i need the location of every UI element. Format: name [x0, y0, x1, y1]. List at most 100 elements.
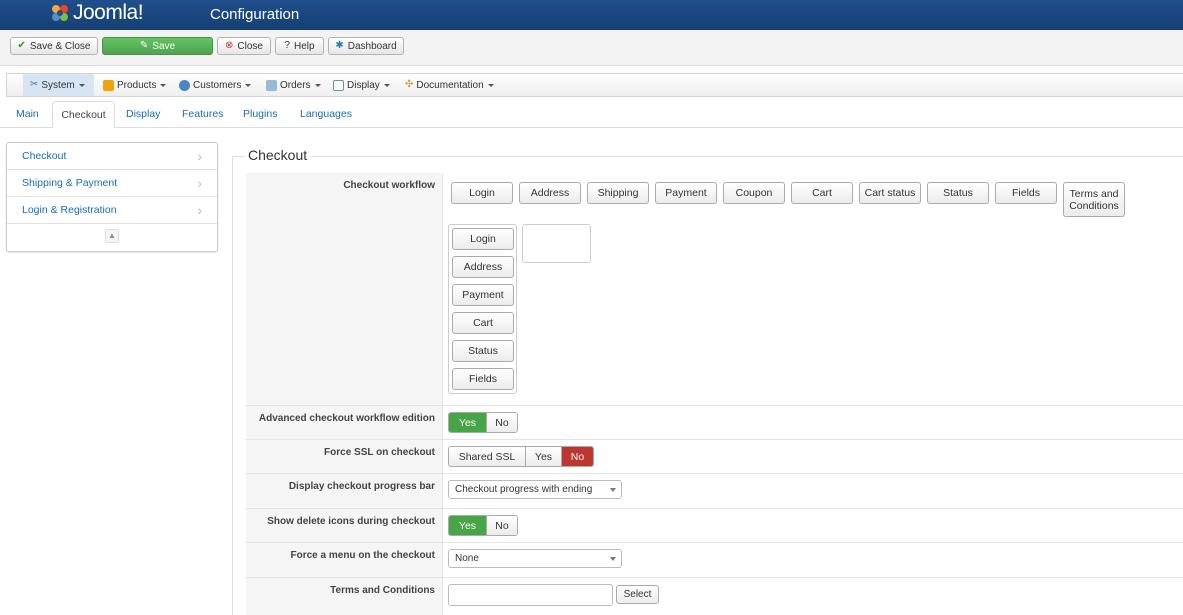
toolbar: ✔ Save & Close ✎ Save ⊗ Close ? Help ✱ D… — [0, 30, 1183, 66]
chevron-down-icon — [383, 83, 390, 87]
customers-icon — [179, 79, 190, 91]
chevron-down-icon — [314, 83, 321, 87]
ssl-no-option[interactable]: No — [561, 447, 593, 466]
advanced-workflow-label: Advanced checkout workflow edition — [258, 413, 435, 424]
step-login[interactable]: Login — [452, 228, 514, 250]
workflow-payment-button[interactable]: Payment — [655, 182, 717, 204]
help-label: Help — [293, 40, 315, 52]
menu-system-label: System — [41, 79, 75, 91]
workflow-coupon-button[interactable]: Coupon — [723, 182, 785, 204]
menu-orders-label: Orders — [280, 79, 311, 91]
workflow-address-button[interactable]: Address — [519, 182, 581, 204]
logo-text: Joomla! — [73, 1, 144, 24]
tab-features[interactable]: Features — [174, 101, 231, 128]
row-divider — [246, 405, 1183, 406]
advanced-yes-option[interactable]: Yes — [449, 413, 486, 432]
help-button[interactable]: ? Help — [275, 37, 324, 55]
chevron-right-icon: › — [197, 148, 202, 164]
display-icon — [333, 79, 344, 91]
close-button[interactable]: ⊗ Close — [217, 37, 271, 55]
menu-system[interactable]: ✂ System — [23, 74, 94, 96]
row-divider — [246, 439, 1183, 440]
wrench-icon: ✂ — [30, 79, 39, 90]
tab-display[interactable]: Display — [118, 101, 168, 128]
sidebar-item-label: Shipping & Payment — [22, 177, 118, 189]
row-divider — [246, 542, 1183, 543]
chevron-down-icon — [160, 83, 167, 87]
force-ssl-label: Force SSL on checkout — [324, 447, 435, 458]
help-icon: ? — [284, 40, 290, 51]
joomla-logo-icon — [52, 5, 68, 21]
orders-icon — [266, 79, 277, 91]
sidebar-item-label: Login & Registration — [22, 204, 117, 216]
dashboard-button[interactable]: ✱ Dashboard — [328, 37, 404, 55]
terms-select-button[interactable]: Select — [616, 585, 659, 604]
check-icon: ✔ — [17, 40, 26, 51]
tab-languages[interactable]: Languages — [292, 101, 360, 128]
menu-display[interactable]: Display — [333, 74, 390, 96]
step-fields[interactable]: Fields — [452, 368, 514, 390]
menu-customers[interactable]: Customers — [179, 74, 252, 96]
fieldset-border-left — [232, 156, 233, 615]
tab-checkout[interactable]: Checkout — [52, 101, 115, 128]
advanced-no-option[interactable]: No — [486, 413, 517, 432]
sidebar-item-checkout[interactable]: Checkout › — [7, 143, 217, 170]
delete-icons-toggle: Yes No — [448, 515, 518, 536]
step-status[interactable]: Status — [452, 340, 514, 362]
workflow-cart-status-button[interactable]: Cart status — [859, 182, 921, 204]
workflow-terms-button[interactable]: Terms and Conditions — [1063, 182, 1125, 217]
menu-orders[interactable]: Orders — [266, 74, 321, 96]
progress-bar-select[interactable]: Checkout progress with ending — [448, 480, 622, 499]
products-icon — [103, 79, 114, 91]
tab-plugins[interactable]: Plugins — [235, 101, 285, 128]
advanced-workflow-toggle: Yes No — [448, 412, 518, 433]
step-cart[interactable]: Cart — [452, 312, 514, 334]
documentation-icon: ✣ — [405, 79, 414, 90]
chevron-down-icon — [78, 83, 85, 87]
chevron-down-icon — [610, 557, 616, 561]
menu-products[interactable]: Products — [103, 74, 167, 96]
joomla-logo[interactable]: Joomla! — [50, 0, 144, 26]
step-address[interactable]: Address — [452, 256, 514, 278]
step-payment[interactable]: Payment — [452, 284, 514, 306]
row-divider — [246, 577, 1183, 578]
close-label: Close — [237, 40, 263, 52]
row-divider — [246, 473, 1183, 474]
terms-input[interactable] — [448, 584, 613, 606]
ssl-shared-option[interactable]: Shared SSL — [449, 447, 525, 466]
workflow-shipping-button[interactable]: Shipping — [587, 182, 649, 204]
delete-icons-no-option[interactable]: No — [486, 516, 517, 535]
force-menu-value: None — [455, 553, 479, 564]
force-menu-label: Force a menu on the checkout — [290, 550, 435, 561]
workflow-cart-button[interactable]: Cart — [791, 182, 853, 204]
chevron-right-icon: › — [197, 202, 202, 218]
row-divider — [246, 508, 1183, 509]
force-menu-select[interactable]: None — [448, 549, 622, 568]
scroll-top-icon[interactable]: ▲ — [105, 229, 119, 243]
workflow-empty-column[interactable] — [522, 224, 591, 263]
delete-icons-yes-option[interactable]: Yes — [449, 516, 486, 535]
edit-icon: ✎ — [139, 40, 149, 51]
progress-bar-label: Display checkout progress bar — [288, 481, 435, 492]
workflow-login-button[interactable]: Login — [451, 182, 513, 204]
sidebar-item-label: Checkout — [22, 150, 67, 162]
chevron-down-icon — [610, 488, 616, 492]
save-close-button[interactable]: ✔ Save & Close — [10, 37, 98, 55]
menu-customers-label: Customers — [193, 79, 242, 91]
workflow-fields-button[interactable]: Fields — [995, 182, 1057, 204]
sidebar-item-shipping-payment[interactable]: Shipping & Payment › — [7, 170, 217, 197]
sidebar-item-login-registration[interactable]: Login & Registration › — [7, 197, 217, 224]
label-column — [246, 173, 442, 615]
tab-main[interactable]: Main — [8, 101, 47, 128]
page-title: Configuration — [210, 6, 300, 23]
menu-display-label: Display — [347, 79, 380, 91]
ssl-yes-option[interactable]: Yes — [525, 447, 561, 466]
chevron-down-icon — [245, 83, 252, 87]
save-button[interactable]: ✎ Save — [102, 37, 213, 55]
menu-documentation[interactable]: ✣ Documentation — [405, 74, 494, 96]
delete-icons-label: Show delete icons during checkout — [267, 516, 435, 527]
progress-bar-value: Checkout progress with ending — [455, 484, 593, 495]
checkout-workflow-label: Checkout workflow — [343, 180, 435, 191]
fieldset-legend: Checkout — [244, 147, 312, 163]
workflow-status-button[interactable]: Status — [927, 182, 989, 204]
